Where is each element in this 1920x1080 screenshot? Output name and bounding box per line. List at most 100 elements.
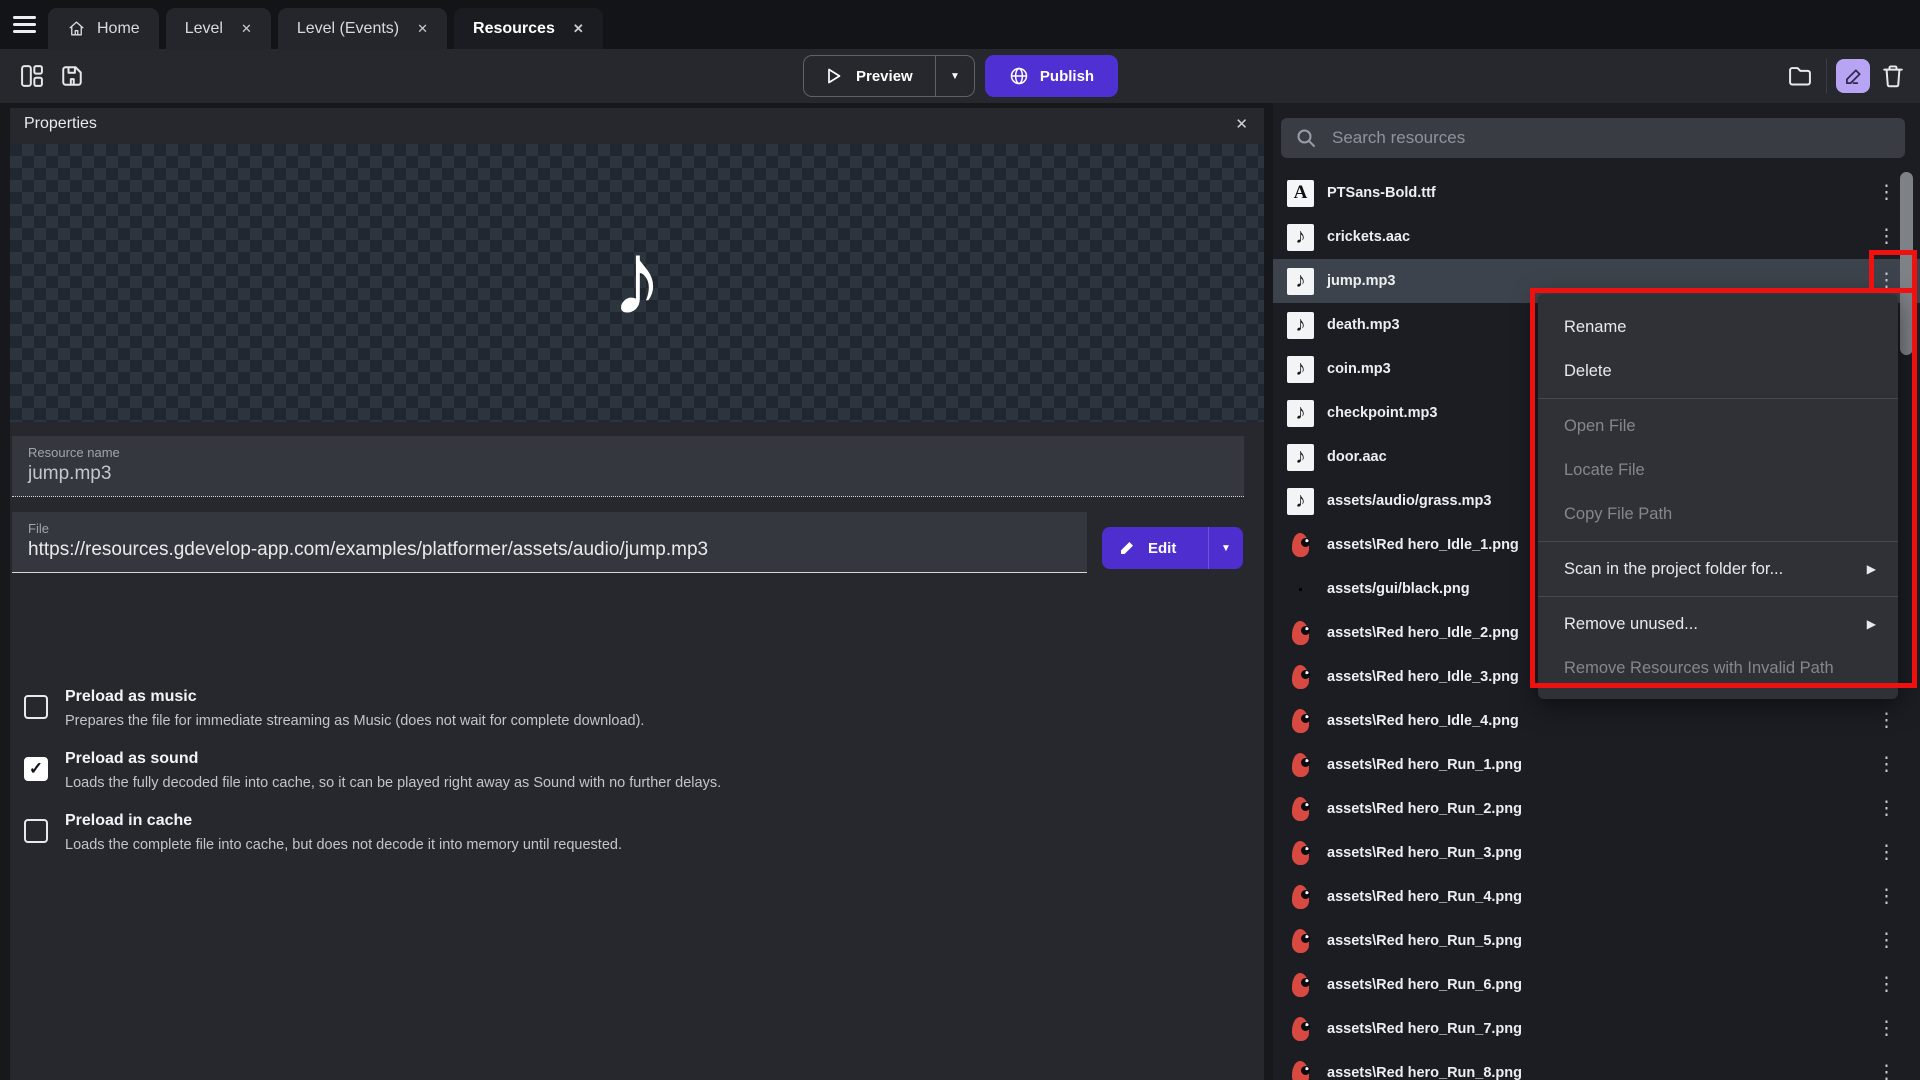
preload-in-cache-checkbox[interactable] [24,819,48,843]
kebab-menu-icon[interactable] [1877,272,1896,291]
publish-label: Publish [1040,68,1094,85]
menu-item-remove-unused[interactable]: Remove unused... ▶ [1538,602,1898,646]
resource-row[interactable]: assets\Red hero_Run_2.png [1273,787,1920,831]
menu-item-rename[interactable]: Rename [1538,305,1898,349]
resource-type-icon [1287,928,1314,955]
kebab-menu-icon[interactable] [1877,888,1896,907]
resource-row[interactable]: assets\Red hero_Run_5.png [1273,919,1920,963]
resource-type-icon [1287,444,1314,471]
divider [1538,596,1898,597]
resource-name: door.aac [1327,449,1387,465]
kebab-menu-icon[interactable] [1877,756,1896,775]
kebab-menu-icon[interactable] [1877,932,1896,951]
kebab-menu-icon[interactable] [1877,228,1896,247]
resource-type-icon [1287,708,1314,735]
option-description: Loads the fully decoded file into cache,… [65,768,1124,791]
open-folder-icon[interactable] [1786,62,1814,90]
tab-bar: Home Level ✕ Level (Events) ✕ Resources … [0,0,1920,49]
file-label: File [12,512,1087,536]
resource-context-menu: Rename Delete Open File Locate File Copy… [1538,294,1898,699]
resource-type-icon [1287,180,1314,207]
resource-name: PTSans-Bold.ttf [1327,185,1436,201]
preload-options: Preload as music Prepares the file for i… [24,688,1124,874]
resource-name: assets\Red hero_Idle_1.png [1327,537,1519,553]
menu-item-delete[interactable]: Delete [1538,349,1898,393]
kebab-menu-icon[interactable] [1877,800,1896,819]
edit-label: Edit [1148,540,1176,557]
edit-mode-pencil-icon[interactable] [1836,59,1870,93]
option-label: Preload in cache [65,812,1124,830]
option-description: Loads the complete file into cache, but … [65,830,1124,853]
file-field[interactable]: File https://resources.gdevelop-app.com/… [12,512,1087,573]
gdevelop-editor-window: Home Level ✕ Level (Events) ✕ Resources … [0,0,1920,1080]
scrollbar-thumb[interactable] [1900,172,1913,355]
preview-label: Preview [856,68,913,85]
pencil-icon [1119,540,1135,556]
publish-button[interactable]: Publish [985,55,1118,97]
resource-type-icon [1287,488,1314,515]
menu-item-open-file: Open File [1538,404,1898,448]
tab-resources[interactable]: Resources ✕ [454,8,603,49]
resource-name: death.mp3 [1327,317,1400,333]
save-icon[interactable] [58,62,86,90]
resource-name: assets\Red hero_Run_6.png [1327,977,1522,993]
edit-button[interactable]: Edit ▼ [1102,527,1243,569]
kebab-menu-icon[interactable] [1877,844,1896,863]
preview-button[interactable]: Preview ▼ [803,55,975,97]
resource-name: checkpoint.mp3 [1327,405,1437,421]
edit-dropdown-caret-icon[interactable]: ▼ [1209,543,1243,554]
tab-label: Resources [473,20,555,38]
kebab-menu-icon[interactable] [1877,976,1896,995]
trash-icon[interactable] [1879,62,1907,90]
resource-name: jump.mp3 [1327,273,1395,289]
resource-name-field[interactable]: Resource name jump.mp3 [12,436,1244,497]
tab-close-icon[interactable]: ✕ [417,21,428,37]
toolbar: Preview ▼ Publish [0,49,1920,103]
search-icon [1295,127,1317,149]
resource-name: assets\Red hero_Idle_2.png [1327,625,1519,641]
resource-type-icon [1287,1060,1314,1080]
tab-close-icon[interactable]: ✕ [241,21,252,37]
resource-row[interactable]: assets\Red hero_Run_6.png [1273,963,1920,1007]
kebab-menu-icon[interactable] [1877,712,1896,731]
resource-name: assets\Red hero_Run_1.png [1327,757,1522,773]
menu-item-remove-invalid-path: Remove Resources with Invalid Path [1538,646,1898,690]
tab-home[interactable]: Home [48,8,159,49]
resource-type-icon [1287,356,1314,383]
kebab-menu-icon[interactable] [1877,184,1896,203]
resource-row[interactable]: assets\Red hero_Run_7.png [1273,1007,1920,1051]
resource-row[interactable]: PTSans-Bold.ttf [1273,171,1920,215]
resource-name-value: jump.mp3 [12,460,1244,485]
resource-row[interactable]: crickets.aac [1273,215,1920,259]
music-note-icon: ♪ [611,227,663,331]
resource-row[interactable]: assets\Red hero_Run_3.png [1273,831,1920,875]
tab-level[interactable]: Level ✕ [166,8,271,49]
tab-level-events[interactable]: Level (Events) ✕ [278,8,447,49]
properties-header: Properties ✕ [10,108,1264,144]
main-menu-icon[interactable] [0,0,48,49]
project-manager-panels-icon[interactable] [18,62,46,90]
preview-dropdown-caret-icon[interactable]: ▼ [936,71,974,82]
resource-name: assets\Red hero_Run_4.png [1327,889,1522,905]
menu-item-locate-file: Locate File [1538,448,1898,492]
resource-row[interactable]: assets\Red hero_Run_8.png [1273,1051,1920,1080]
tab-label: Level (Events) [297,20,399,38]
resource-type-icon [1287,620,1314,647]
preload-as-sound-checkbox[interactable] [24,757,48,781]
resource-preview-area: ♪ [10,144,1264,422]
resource-name: assets\Red hero_Run_7.png [1327,1021,1522,1037]
resource-row[interactable]: assets\Red hero_Idle_4.png [1273,699,1920,743]
resource-name-label: Resource name [12,436,1244,460]
close-panel-icon[interactable]: ✕ [1235,115,1248,133]
resource-type-icon [1287,576,1314,603]
resource-row[interactable]: assets\Red hero_Run_4.png [1273,875,1920,919]
resource-row[interactable]: assets\Red hero_Run_1.png [1273,743,1920,787]
resource-type-icon [1287,1016,1314,1043]
preload-as-music-checkbox[interactable] [24,695,48,719]
menu-item-scan-project-folder[interactable]: Scan in the project folder for... ▶ [1538,547,1898,591]
divider [1826,59,1827,93]
tab-close-icon[interactable]: ✕ [573,21,584,37]
kebab-menu-icon[interactable] [1877,1020,1896,1039]
search-input[interactable] [1330,127,1905,149]
kebab-menu-icon[interactable] [1877,1064,1896,1080]
